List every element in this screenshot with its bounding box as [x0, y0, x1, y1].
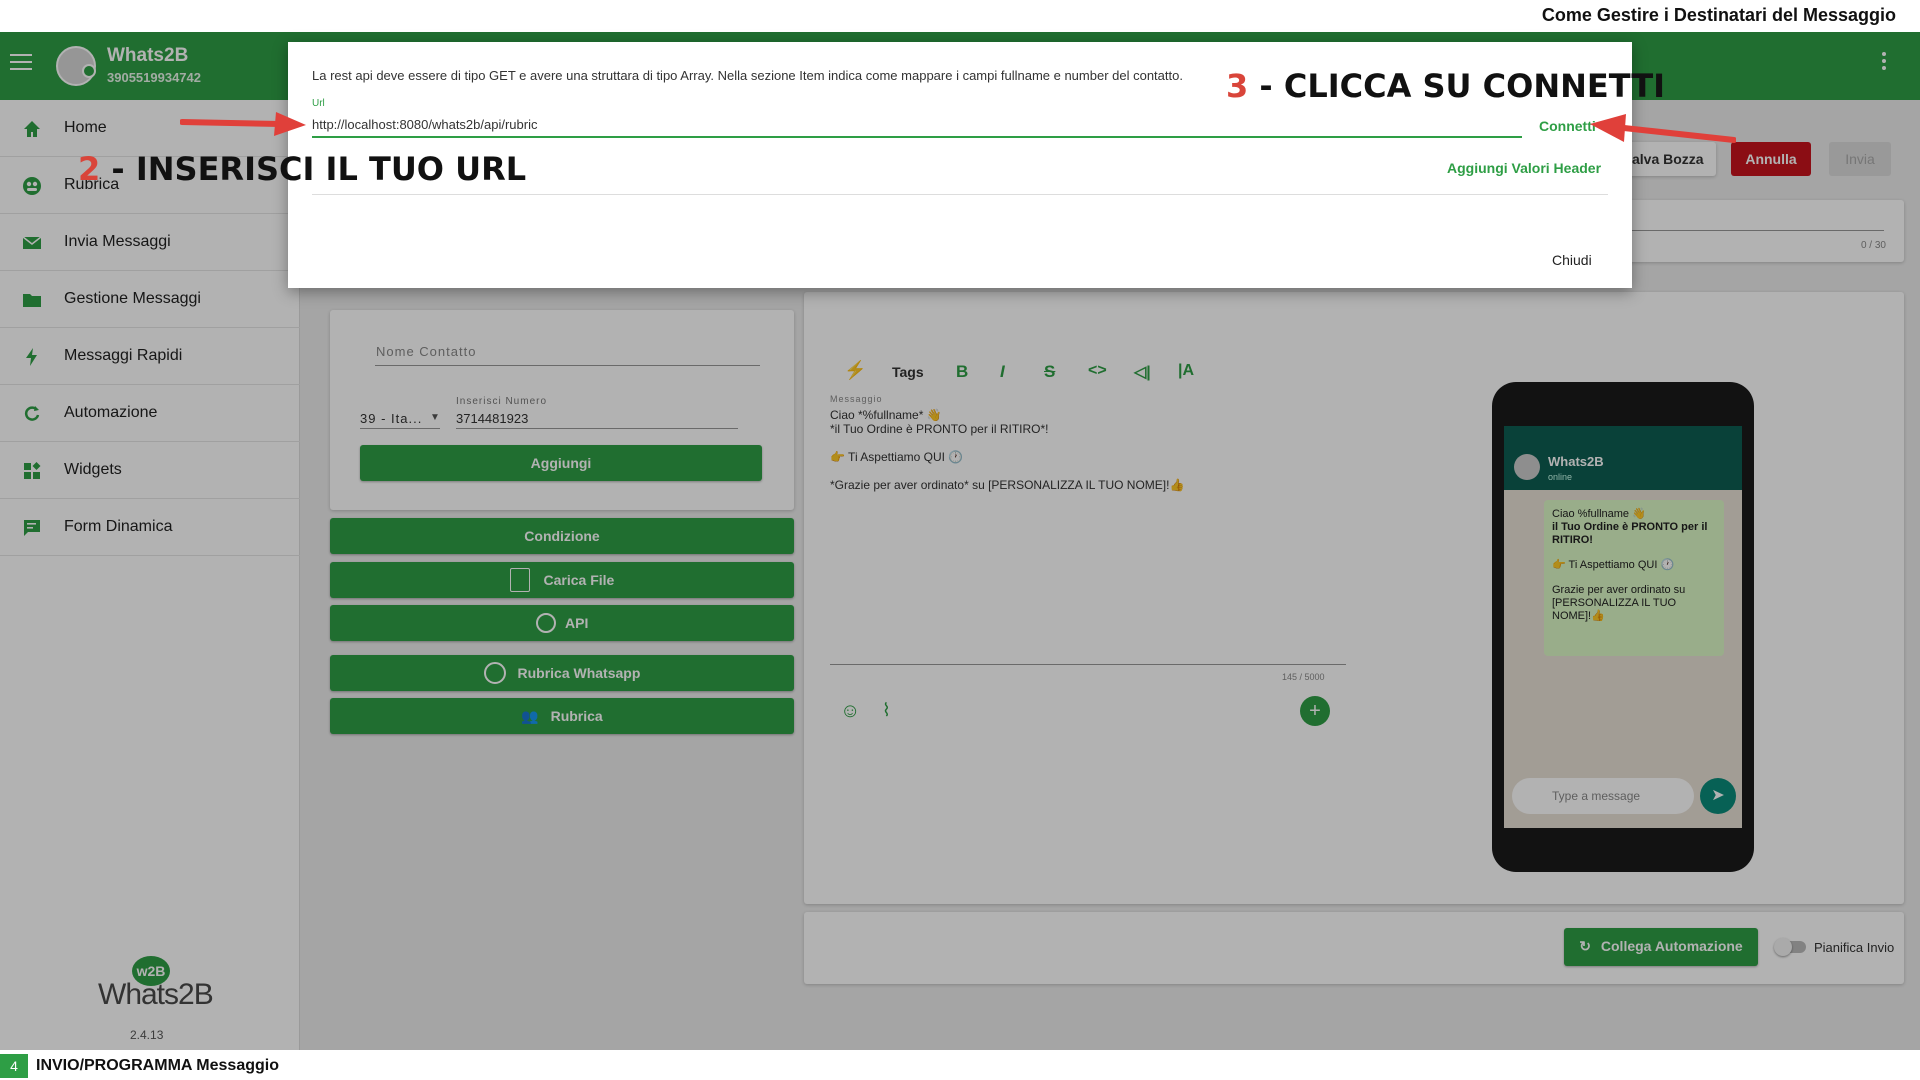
add-header-values-button[interactable]: Aggiungi Valori Header — [1447, 160, 1601, 176]
dialog-description: La rest api deve essere di tipo GET e av… — [312, 68, 1183, 83]
url-label: Url — [312, 98, 325, 109]
step-title: INVIO/PROGRAMMA Messaggio — [36, 1057, 279, 1074]
step-badge: 4 — [0, 1054, 28, 1078]
arrow-right-icon — [180, 112, 306, 136]
dialog-divider — [312, 194, 1608, 195]
tutorial-header: Come Gestire i Destinatari del Messaggio — [0, 0, 1920, 32]
tutorial-title: Come Gestire i Destinatari del Messaggio — [1541, 5, 1896, 25]
annotation-step-3-number: 3 — [1226, 67, 1249, 105]
annotation-step-3: 3 - CLICCA SU CONNETTI — [1226, 67, 1665, 105]
annotation-step-2-text: - INSERISCI IL TUO URL — [100, 150, 527, 188]
annotation-step-2-number: 2 — [78, 150, 101, 188]
annotation-step-2: 2 - INSERISCI IL TUO URL — [78, 150, 526, 188]
url-input[interactable] — [312, 112, 1522, 138]
tutorial-footer: 4 INVIO/PROGRAMMA Messaggio — [0, 1050, 1920, 1080]
close-button[interactable]: Chiudi — [1552, 252, 1592, 268]
arrow-left-icon — [1590, 114, 1736, 143]
annotation-step-3-text: - CLICCA SU CONNETTI — [1248, 67, 1666, 105]
